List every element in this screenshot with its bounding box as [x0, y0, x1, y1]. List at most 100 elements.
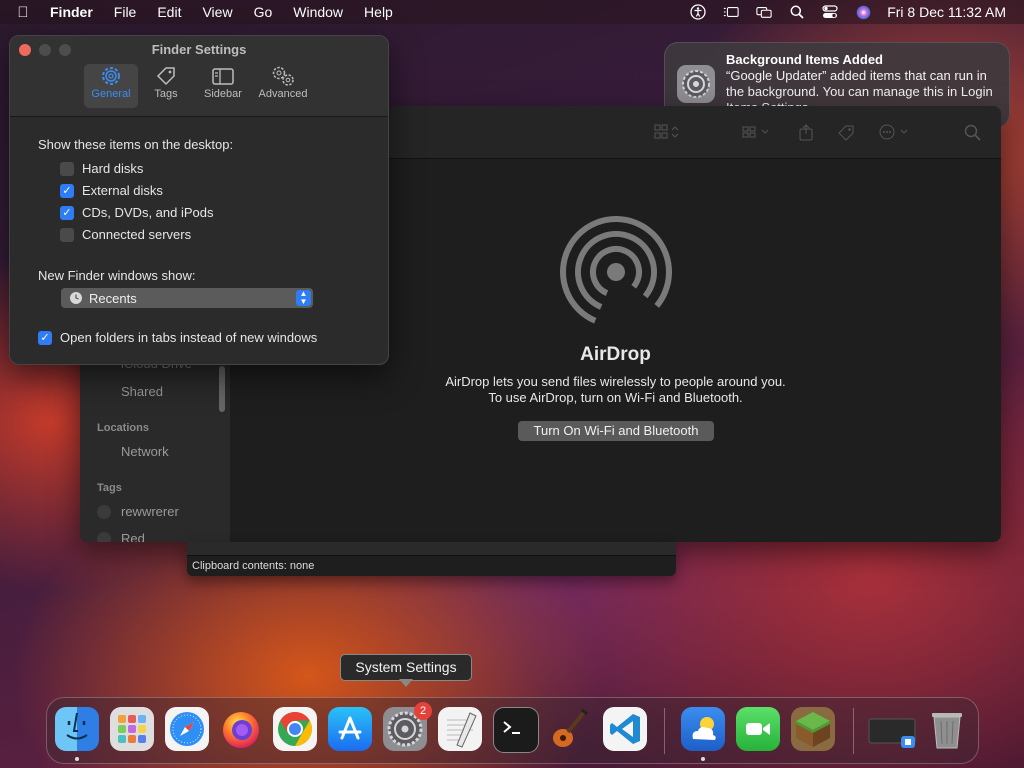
spotlight-search-icon[interactable]: [789, 5, 805, 19]
settings-notification-badge: 2: [414, 702, 432, 720]
checkbox-hard-disks[interactable]: Hard disks: [60, 161, 143, 176]
tab-general[interactable]: General: [84, 64, 138, 108]
new-window-label: New Finder windows show:: [38, 268, 196, 283]
running-indicator: [75, 757, 79, 761]
sidebar-scrollbar[interactable]: [219, 366, 225, 412]
stage-manager-icon[interactable]: [723, 5, 739, 19]
checkbox-label: Open folders in tabs instead of new wind…: [60, 330, 318, 345]
garageband-icon[interactable]: [547, 707, 591, 751]
new-window-popup[interactable]: Recents ▲ ▼: [61, 288, 313, 308]
firefox-icon[interactable]: [219, 707, 263, 751]
desktop-items-label: Show these items on the desktop:: [38, 137, 234, 152]
menu-finder[interactable]: Finder: [50, 4, 93, 20]
menu-file[interactable]: File: [114, 4, 137, 20]
checkmark-icon[interactable]: ✓: [60, 183, 74, 198]
airdrop-icon: [556, 212, 676, 332]
settings-window-title: Finder Settings: [151, 42, 247, 57]
sidebar-item-label: Shared: [121, 384, 163, 399]
tag-dot-icon: [97, 531, 111, 542]
checkbox-box[interactable]: [60, 161, 74, 176]
dock: [46, 697, 979, 764]
sidebar-item-tag-rewwrerer[interactable]: rewwrerer: [97, 504, 179, 519]
minecraft-icon[interactable]: [791, 707, 835, 751]
safari-icon[interactable]: [165, 707, 209, 751]
menu-go[interactable]: Go: [254, 4, 273, 20]
menubar-clock[interactable]: Fri 8 Dec 11:32 AM: [887, 4, 1006, 20]
dock-divider: [664, 708, 665, 754]
menu-window[interactable]: Window: [293, 4, 343, 20]
airdrop-description-line1: AirDrop lets you send files wirelessly t…: [445, 374, 786, 389]
settings-titlebar: Finder Settings General Tags Sidebar Adv…: [10, 36, 388, 117]
clock-icon: [70, 292, 82, 304]
sidebar-item-label: Red: [121, 531, 145, 542]
sidebar-item-network[interactable]: Network: [97, 444, 169, 459]
view-mode-icon[interactable]: [654, 124, 679, 140]
group-icon[interactable]: [742, 124, 769, 140]
facetime-icon[interactable]: [736, 707, 780, 751]
dock-divider: [853, 708, 854, 754]
checkbox-label: CDs, DVDs, and iPods: [82, 205, 214, 220]
launchpad-icon[interactable]: [110, 707, 154, 751]
siri-icon[interactable]: [855, 5, 871, 19]
chevron-updown-icon: ▲ ▼: [296, 290, 311, 306]
search-icon[interactable]: [964, 124, 982, 141]
apple-menu-icon[interactable]: : [16, 4, 30, 21]
menu-bar:  Finder File Edit View Go Window Help F…: [0, 0, 1024, 24]
system-settings-gear-icon: [677, 65, 715, 103]
checkbox-label: External disks: [82, 183, 163, 198]
sidebar-item-tag-red[interactable]: Red: [97, 531, 145, 542]
menu-help[interactable]: Help: [364, 4, 393, 20]
airdrop-description-line2: To use AirDrop, turn on Wi-Fi and Blueto…: [488, 390, 743, 405]
menu-view[interactable]: View: [202, 4, 232, 20]
finder-icon[interactable]: [55, 707, 99, 751]
accessibility-icon[interactable]: [690, 4, 706, 20]
checkbox-connected-servers[interactable]: Connected servers: [60, 227, 191, 242]
sidebar-icon: [198, 64, 248, 88]
sidebar-item-shared[interactable]: Shared: [97, 384, 163, 399]
tag-icon: [146, 64, 186, 88]
checkbox-open-in-tabs[interactable]: ✓ Open folders in tabs instead of new wi…: [38, 330, 317, 345]
tag-dot-icon: [97, 504, 111, 519]
more-actions-icon[interactable]: [878, 124, 908, 140]
clipboard-status: Clipboard contents: none: [187, 555, 676, 576]
checkmark-icon[interactable]: ✓: [60, 205, 74, 220]
chrome-icon[interactable]: [273, 707, 317, 751]
tab-label: General: [91, 88, 131, 100]
gears-icon: [254, 64, 312, 88]
checkbox-box[interactable]: [60, 227, 74, 242]
checkmark-icon[interactable]: ✓: [38, 330, 52, 345]
textedit-icon[interactable]: [438, 707, 482, 751]
menu-edit[interactable]: Edit: [157, 4, 181, 20]
share-icon[interactable]: [798, 124, 816, 141]
weather-icon[interactable]: [681, 707, 725, 751]
vscode-icon[interactable]: [603, 707, 647, 751]
sidebar-item-label: Network: [121, 444, 169, 459]
clipboard-window: Clipboard contents: none: [187, 542, 676, 576]
running-indicator: [701, 757, 705, 761]
checkbox-label: Hard disks: [82, 161, 144, 176]
app-store-icon[interactable]: [328, 707, 372, 751]
tab-label: Advanced: [258, 88, 308, 100]
tab-advanced[interactable]: Advanced: [254, 64, 312, 108]
notification-title: Background Items Added: [726, 52, 883, 67]
gear-icon: [84, 64, 138, 88]
minimized-window-icon[interactable]: [867, 707, 919, 751]
checkbox-cds-dvds-ipods[interactable]: ✓ CDs, DVDs, and iPods: [60, 205, 214, 220]
turn-on-wifi-bluetooth-button[interactable]: Turn On Wi-Fi and Bluetooth: [518, 421, 714, 441]
tooltip-arrow: [399, 679, 413, 687]
control-center-icon[interactable]: [822, 5, 838, 19]
tab-sidebar[interactable]: Sidebar: [198, 64, 248, 108]
finder-settings-window: Finder Settings General Tags Sidebar Adv…: [9, 35, 389, 365]
checkbox-label: Connected servers: [82, 227, 192, 242]
tab-label: Tags: [154, 88, 178, 100]
terminal-icon[interactable]: [493, 707, 539, 753]
screen-mirroring-icon[interactable]: [756, 5, 772, 19]
tab-tags[interactable]: Tags: [146, 64, 186, 108]
checkbox-external-disks[interactable]: ✓ External disks: [60, 183, 163, 198]
dock-tooltip: System Settings: [340, 654, 472, 681]
sidebar-section-locations: Locations: [97, 422, 149, 434]
sidebar-section-tags: Tags: [97, 482, 122, 494]
tag-icon[interactable]: [837, 124, 855, 141]
sidebar-item-label: rewwrerer: [121, 504, 179, 519]
trash-icon[interactable]: [925, 707, 969, 751]
